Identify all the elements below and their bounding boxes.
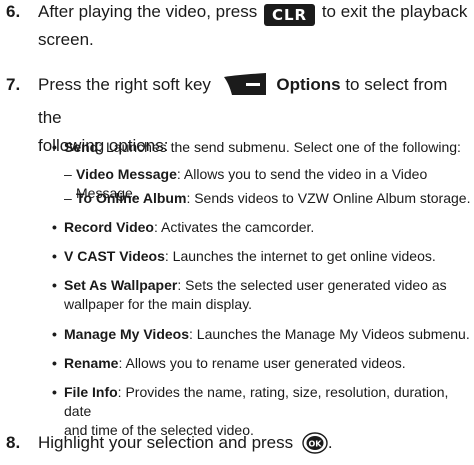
bullet-icon: •	[52, 326, 57, 342]
option-label: File Info	[64, 384, 118, 400]
step-number: 7.	[6, 75, 21, 94]
step-number: 6.	[6, 2, 21, 21]
step-number: 8.	[6, 433, 21, 452]
bullet-icon: •	[52, 219, 57, 235]
bullet-icon: •	[52, 139, 57, 155]
option-desc: : Launches the send submenu. Select one …	[98, 139, 461, 155]
option-label: Video Message	[76, 166, 177, 182]
option-desc: : Launches the Manage My Videos submenu.	[189, 326, 470, 342]
step-6-line-2: screen.	[38, 30, 94, 49]
step-6-body: After playing the video, press CLR to ex…	[38, 0, 470, 54]
step-8-text: Highlight your selection and press	[38, 433, 294, 452]
right-soft-key-icon	[222, 73, 268, 104]
dash-icon: –	[64, 190, 72, 206]
option-desc: : Sets the selected user generated video…	[177, 277, 447, 293]
option-label: Send	[64, 139, 99, 155]
option-desc: : Sends videos to VZW Online Album stora…	[186, 190, 471, 206]
step-6-text-after: to exit the playback	[321, 2, 468, 21]
option-desc: : Allows you to rename user generated vi…	[118, 355, 406, 371]
step-6-text: After playing the video, press	[38, 2, 258, 21]
option-label: V CAST Videos	[64, 248, 165, 264]
bullet-icon: •	[52, 277, 57, 293]
option-label: To Online Album	[76, 190, 187, 206]
step-7-line-1: Press the right soft key Options to sele…	[38, 71, 470, 132]
bullet-icon: •	[52, 384, 57, 400]
step-7-text: Press the right soft key	[38, 75, 211, 94]
manual-page: 6. After playing the video, press CLR to…	[0, 0, 474, 465]
step-8-period: .	[327, 433, 333, 452]
ok-key-label: OK	[308, 440, 322, 449]
bullet-icon: •	[52, 248, 57, 264]
options-label: Options	[276, 75, 341, 94]
option-desc: : Activates the camcorder.	[154, 219, 315, 235]
clr-key-icon: CLR	[263, 4, 316, 26]
option-desc: : Provides the name, rating, size, resol…	[64, 384, 449, 419]
dash-icon: –	[64, 166, 72, 182]
option-desc-line-2: wallpaper for the main display.	[64, 296, 253, 312]
step-8-body: Highlight your selection and press OK .	[38, 429, 470, 463]
ok-key-icon: OK	[302, 432, 328, 463]
bullet-icon: •	[52, 355, 57, 371]
option-label: Set As Wallpaper	[64, 277, 178, 293]
option-label: Rename	[64, 355, 119, 371]
step-6-line-1: After playing the video, press CLR to ex…	[38, 0, 470, 26]
option-desc: : Launches the internet to get online vi…	[164, 248, 436, 264]
option-label: Record Video	[64, 219, 154, 235]
option-label: Manage My Videos	[64, 326, 190, 342]
